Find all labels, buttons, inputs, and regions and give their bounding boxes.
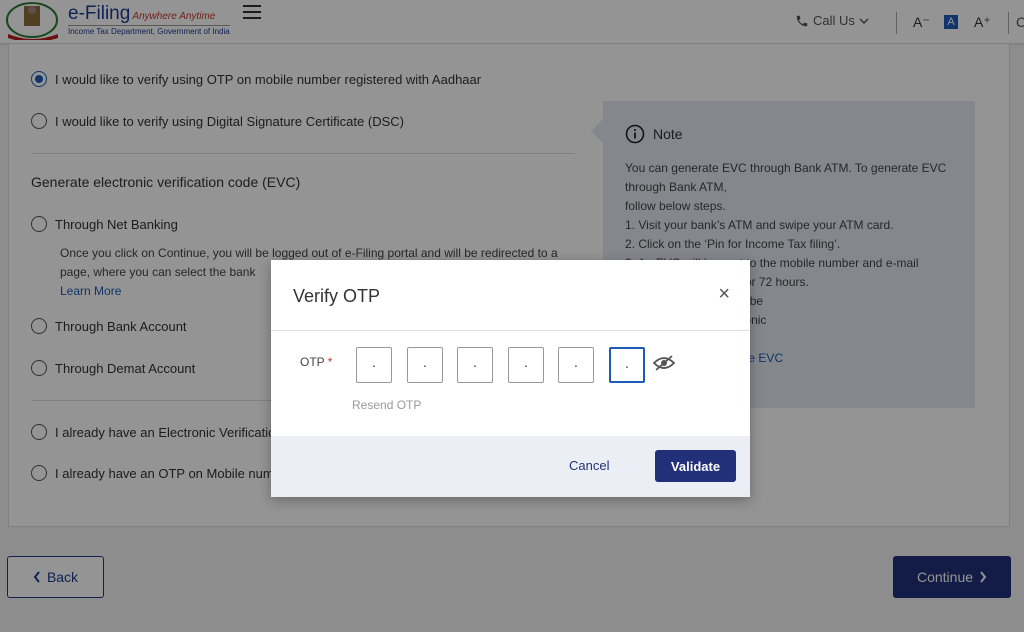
resend-otp-link[interactable]: Resend OTP [352,398,421,412]
otp-digit-input[interactable]: · [407,347,443,383]
dialog-title: Verify OTP [293,286,381,306]
otp-digit-input[interactable]: · [457,347,493,383]
otp-digit-input[interactable]: · [508,347,544,383]
otp-digit-input[interactable]: · [356,347,392,383]
required-asterisk: * [327,355,333,369]
otp-label: OTP * [300,355,333,369]
close-icon[interactable]: × [718,283,730,306]
dialog-divider [271,330,750,331]
otp-digit-input-active[interactable]: · [609,347,645,383]
cancel-button[interactable]: Cancel [569,458,609,473]
verify-otp-dialog: Verify OTP × OTP * · · · · · · Resend OT… [271,260,750,497]
eye-slash-icon[interactable] [653,355,675,371]
dialog-footer: Cancel Validate [271,436,750,497]
validate-button[interactable]: Validate [655,450,736,482]
otp-digit-input[interactable]: · [558,347,594,383]
